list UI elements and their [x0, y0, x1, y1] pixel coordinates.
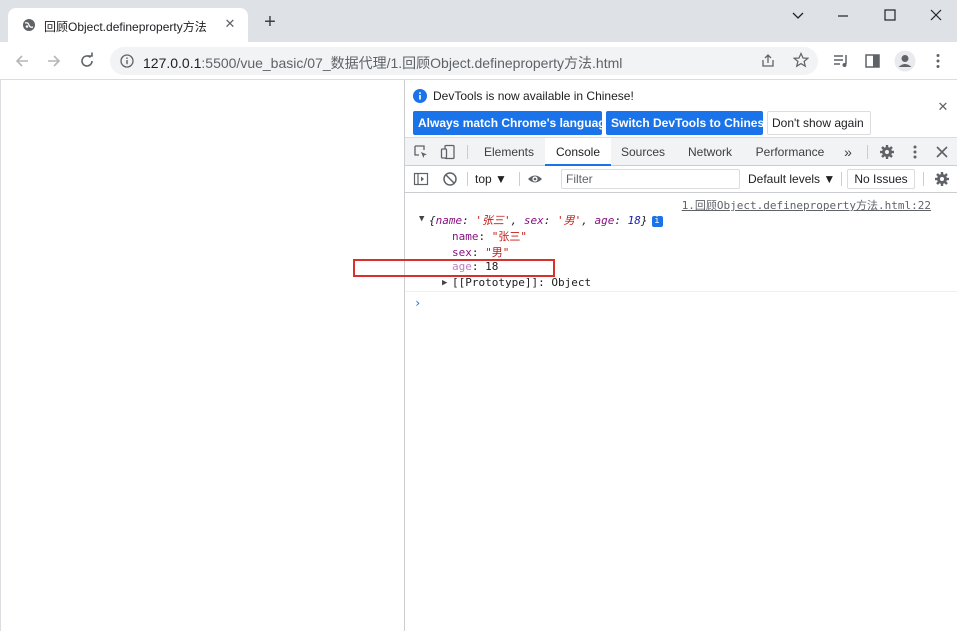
expand-triangle-icon[interactable]: ▼: [419, 214, 424, 224]
address-bar[interactable]: 127.0.0.1:5500/vue_basic/07_数据代理/1.回顾Obj…: [110, 47, 818, 75]
divider: [405, 291, 957, 292]
switch-to-chinese-button[interactable]: Switch DevTools to Chinese: [606, 111, 771, 135]
reload-icon[interactable]: [77, 51, 97, 71]
tab-close-icon[interactable]: ✕: [222, 16, 238, 32]
profile-avatar-icon[interactable]: [894, 50, 916, 72]
tab-network[interactable]: Network: [679, 138, 741, 166]
url-text[interactable]: 127.0.0.1:5500/vue_basic/07_数据代理/1.回顾Obj…: [143, 53, 622, 73]
tab-sources[interactable]: Sources: [613, 138, 673, 166]
highlight-annotation-box: [353, 259, 555, 277]
infobar-message: DevTools is now available in Chinese!: [433, 89, 634, 103]
new-tab-icon[interactable]: +: [260, 12, 280, 33]
media-control-icon[interactable]: [832, 52, 850, 70]
divider: [923, 172, 924, 186]
globe-icon: [23, 19, 35, 31]
more-tabs-icon[interactable]: »: [837, 138, 859, 166]
device-toolbar-icon[interactable]: [440, 144, 456, 160]
tab-strip: 回顾Object.defineproperty方法 ✕ +: [0, 0, 957, 42]
collapse-triangle-icon[interactable]: ▶: [442, 278, 447, 288]
console-sidebar-icon[interactable]: [413, 171, 429, 187]
infobar-close-icon[interactable]: ✕: [937, 100, 949, 113]
tab-console[interactable]: Console: [545, 138, 611, 166]
divider: [841, 172, 842, 186]
maximize-icon[interactable]: [876, 6, 904, 26]
clear-console-icon[interactable]: [442, 171, 458, 187]
site-info-icon[interactable]: [120, 54, 134, 68]
property-row[interactable]: name: "张三": [452, 228, 527, 244]
dont-show-again-button[interactable]: Don't show again: [767, 111, 871, 135]
prototype-row[interactable]: ▶ [[Prototype]]: Object: [442, 276, 591, 289]
bookmark-star-icon[interactable]: [793, 52, 809, 68]
console-prompt[interactable]: ›: [414, 296, 421, 310]
side-panel-icon[interactable]: [864, 52, 882, 70]
issues-button[interactable]: No Issues: [847, 169, 915, 189]
console-settings-gear-icon[interactable]: [934, 171, 950, 187]
divider: [467, 172, 468, 186]
browser-menu-icon[interactable]: [929, 52, 947, 70]
divider: [467, 145, 468, 159]
dropdown-arrow-icon: ▼: [495, 172, 507, 186]
inspect-element-icon[interactable]: [413, 144, 429, 160]
browser-toolbar: 127.0.0.1:5500/vue_basic/07_数据代理/1.回顾Obj…: [0, 42, 957, 80]
info-badge-icon[interactable]: i: [651, 216, 663, 227]
tab-elements[interactable]: Elements: [477, 138, 541, 166]
customize-menu-icon[interactable]: [907, 144, 923, 160]
object-summary[interactable]: ▼ {name: '张三', sex: '男', age: 18} i: [419, 212, 663, 228]
settings-gear-icon[interactable]: [879, 144, 895, 160]
live-expression-eye-icon[interactable]: [527, 171, 543, 187]
browser-tab[interactable]: 回顾Object.defineproperty方法 ✕: [8, 8, 248, 42]
property-row[interactable]: sex: "男": [452, 244, 509, 260]
window-close-icon[interactable]: [922, 6, 950, 26]
tab-search-icon[interactable]: [784, 6, 812, 26]
back-arrow-icon[interactable]: [12, 51, 32, 71]
context-selector[interactable]: top ▼: [471, 170, 511, 188]
always-match-language-button[interactable]: Always match Chrome's language: [413, 111, 612, 135]
console-toolbar: top ▼ Default levels ▼ No Issues: [405, 166, 957, 193]
console-filter-input[interactable]: [561, 169, 740, 189]
devtools-tab-bar: Elements Console Sources Network Perform…: [405, 138, 957, 166]
minimize-icon[interactable]: [829, 6, 857, 26]
divider: [519, 172, 520, 186]
devtools-panel: DevTools is now available in Chinese! ✕ …: [405, 80, 957, 631]
close-devtools-icon[interactable]: [934, 144, 950, 160]
tab-title: 回顾Object.defineproperty方法: [44, 20, 207, 34]
page-viewport: [0, 80, 404, 631]
divider: [867, 145, 868, 159]
source-location-link[interactable]: 1.回顾Object.defineproperty方法.html:22: [682, 197, 931, 213]
log-levels-dropdown[interactable]: Default levels ▼: [745, 170, 838, 188]
tab-performance[interactable]: Performance: [747, 138, 833, 166]
info-icon: [413, 89, 427, 103]
share-icon[interactable]: [760, 53, 776, 69]
dropdown-arrow-icon: ▼: [823, 172, 836, 186]
language-infobar: DevTools is now available in Chinese! ✕ …: [405, 80, 957, 138]
forward-arrow-icon[interactable]: [44, 51, 64, 71]
